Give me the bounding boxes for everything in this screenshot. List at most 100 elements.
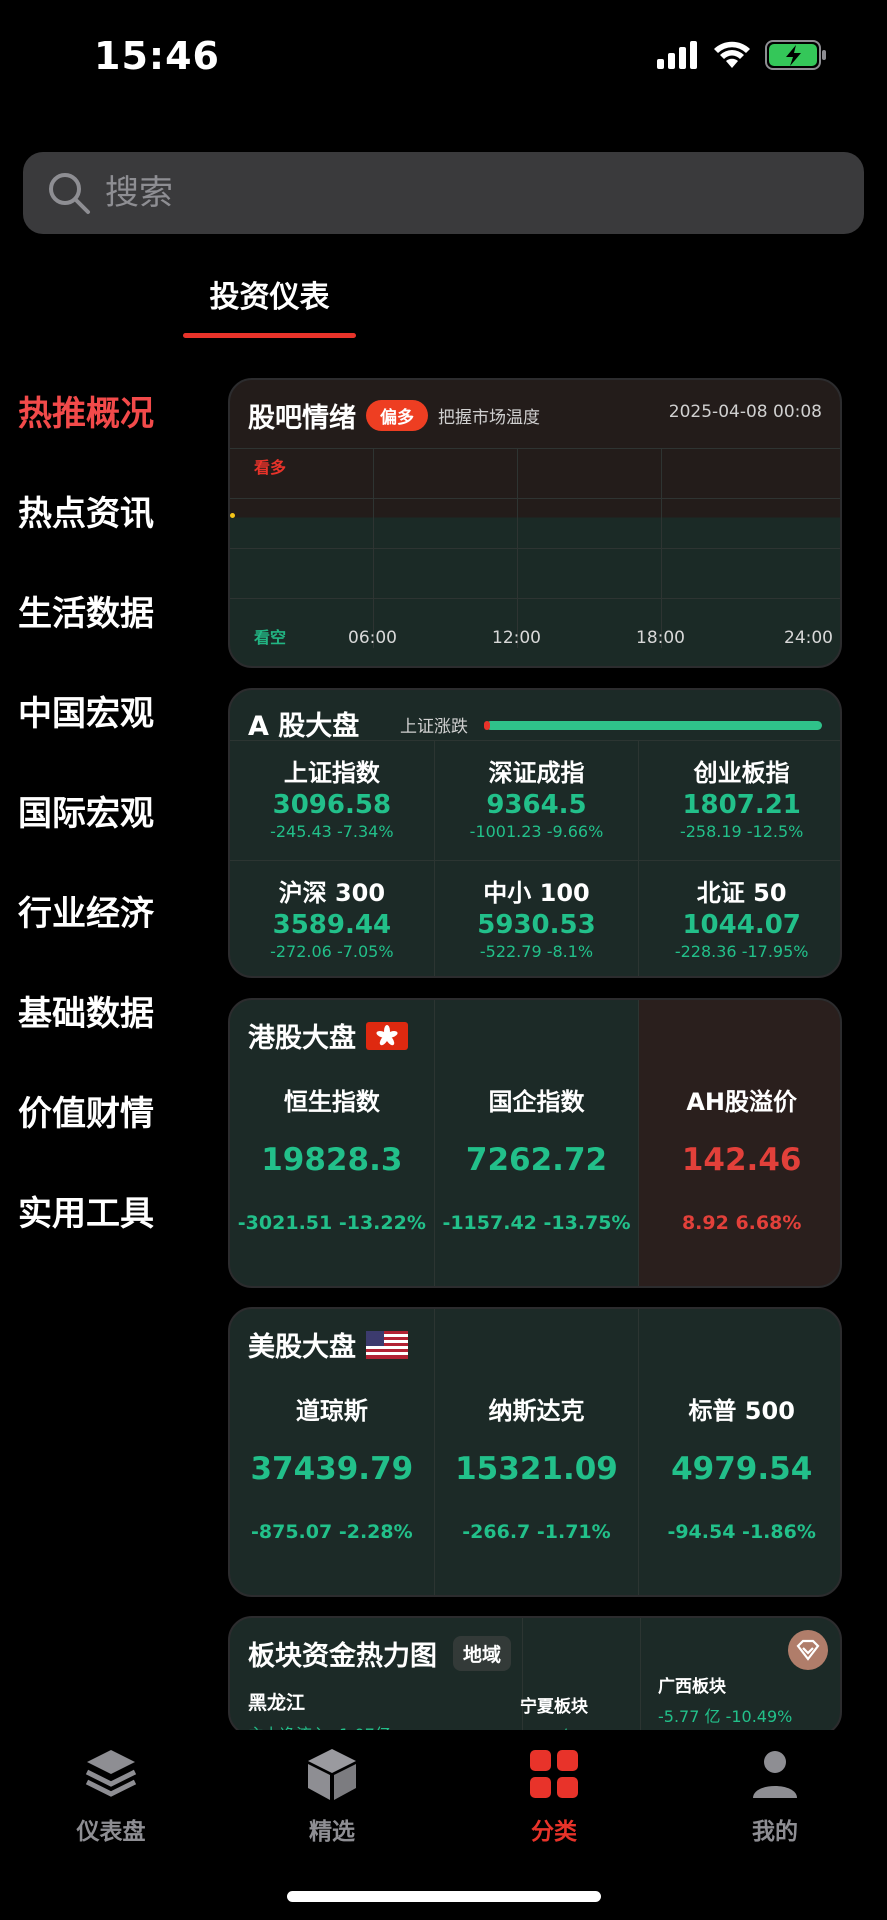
nav-label: 仪表盘 bbox=[76, 1819, 146, 1845]
us-market-card[interactable]: 道琼斯 37439.79 -875.07 -2.28% 纳斯达克 15321.0… bbox=[228, 1307, 842, 1597]
index-name: 上证指数 bbox=[283, 759, 380, 787]
index-cell-nasdaq[interactable]: 纳斯达克 15321.09 -266.7 -1.71% bbox=[435, 1309, 640, 1595]
wifi-icon bbox=[714, 41, 750, 68]
search-icon bbox=[49, 173, 90, 214]
a-share-card[interactable]: A 股大盘 上证涨跌 上证指数 3096.58 -245.43 -7.34% 深… bbox=[228, 688, 842, 978]
index-cell-chinext[interactable]: 创业板指 1807.21 -258.19 -12.5% bbox=[639, 740, 840, 860]
index-change: -875.07 -2.28% bbox=[251, 1521, 413, 1543]
nav-item-profile[interactable]: 我的 bbox=[705, 1746, 845, 1846]
index-change: -228.36 -17.95% bbox=[674, 942, 809, 961]
rise-bar-segment bbox=[484, 721, 490, 730]
heatmap-item-value: -5.77 亿 -10.49% bbox=[658, 1707, 793, 1726]
status-bar: 15:46 bbox=[0, 0, 887, 110]
index-name: 道琼斯 bbox=[295, 1397, 368, 1425]
layers-icon bbox=[85, 1750, 137, 1797]
x-tick: 24:00 bbox=[784, 628, 833, 648]
sidebar-item-tools[interactable]: 实用工具 bbox=[0, 1160, 210, 1260]
index-cell-shenzhen[interactable]: 深证成指 9364.5 -1001.23 -9.66% bbox=[434, 740, 640, 860]
index-value: 3589.44 bbox=[272, 910, 392, 940]
index-change: -258.19 -12.5% bbox=[679, 822, 804, 841]
x-tick: 12:00 bbox=[492, 628, 541, 648]
sidebar-item-intl-macro[interactable]: 国际宏观 bbox=[0, 760, 210, 860]
index-cell-sme100[interactable]: 中小 100 5930.53 -522.79 -8.1% bbox=[434, 860, 640, 976]
nav-label: 精选 bbox=[309, 1819, 355, 1845]
index-name: 纳斯达克 bbox=[488, 1397, 585, 1425]
signal-icon bbox=[657, 41, 697, 69]
tab-investment-dashboard[interactable]: 投资仪表 bbox=[183, 272, 356, 316]
battery-charging-icon bbox=[765, 40, 826, 70]
index-value: 19828.3 bbox=[261, 1142, 403, 1178]
us-header: 美股大盘 bbox=[248, 1325, 408, 1364]
sentiment-date: 2025-04-08 00:08 bbox=[668, 402, 822, 422]
index-change: -245.43 -7.34% bbox=[270, 822, 394, 841]
heatmap-region-tag[interactable]: 地域 bbox=[453, 1636, 512, 1671]
hk-market-card[interactable]: 恒生指数 19828.3 -3021.51 -13.22% 国企指数 7262.… bbox=[228, 998, 842, 1288]
bull-label: 看多 bbox=[254, 458, 287, 477]
vip-diamond-icon[interactable] bbox=[788, 1630, 828, 1670]
heatmap-item[interactable]: 广西板块 -5.77 亿 -10.49% bbox=[658, 1672, 792, 1727]
heatmap-item[interactable]: 黑龙江 主力净流入:-1.07亿 bbox=[248, 1688, 391, 1734]
grid-line bbox=[230, 598, 840, 599]
index-value: 37439.79 bbox=[250, 1451, 414, 1487]
tab-underline bbox=[183, 333, 356, 338]
index-name: 北证 50 bbox=[696, 879, 787, 907]
index-change: -522.79 -8.1% bbox=[479, 942, 594, 961]
grid-icon bbox=[530, 1750, 578, 1798]
index-value: 142.46 bbox=[681, 1142, 802, 1178]
nav-item-featured[interactable]: 精选 bbox=[262, 1746, 402, 1846]
nav-label: 分类 bbox=[531, 1819, 577, 1845]
nav-item-dashboard[interactable]: 仪表盘 bbox=[41, 1746, 181, 1846]
status-icons bbox=[657, 40, 827, 70]
status-time: 15:46 bbox=[94, 34, 220, 78]
sentiment-header: 股吧情绪 偏多 把握市场温度 bbox=[248, 396, 540, 435]
a-share-bar-label: 上证涨跌 bbox=[400, 717, 468, 737]
search-bar[interactable] bbox=[23, 152, 864, 234]
index-change: 8.92 6.68% bbox=[681, 1212, 802, 1234]
search-input[interactable] bbox=[105, 173, 805, 213]
index-name: 深证成指 bbox=[488, 759, 585, 787]
heatmap-item-name: 宁夏板块 bbox=[520, 1697, 588, 1717]
heatmap-header: 板块资金热力图 地域 bbox=[248, 1634, 512, 1673]
index-cell-hscei[interactable]: 国企指数 7262.72 -1157.42 -13.75% bbox=[435, 1000, 640, 1286]
index-change: -1157.42 -13.75% bbox=[442, 1212, 631, 1234]
divider bbox=[640, 1618, 641, 1734]
index-change: -272.06 -7.05% bbox=[270, 942, 394, 961]
x-tick: 06:00 bbox=[348, 628, 397, 648]
sidebar-item-basic-data[interactable]: 基础数据 bbox=[0, 960, 210, 1060]
nav-item-category[interactable]: 分类 bbox=[484, 1746, 624, 1846]
index-cell-csi300[interactable]: 沪深 300 3589.44 -272.06 -7.05% bbox=[230, 860, 435, 976]
index-cell-ah-premium[interactable]: AH股溢价 142.46 8.92 6.68% bbox=[639, 1000, 840, 1286]
index-cell-sp500[interactable]: 标普 500 4979.54 -94.54 -1.86% bbox=[639, 1309, 840, 1595]
sidebar-item-value-finance[interactable]: 价值财情 bbox=[0, 1060, 210, 1160]
sentiment-subtitle: 把握市场温度 bbox=[438, 408, 540, 428]
a-share-title: A 股大盘 bbox=[248, 711, 360, 742]
sidebar-item-life-data[interactable]: 生活数据 bbox=[0, 560, 210, 660]
index-cell-shanghai[interactable]: 上证指数 3096.58 -245.43 -7.34% bbox=[230, 740, 435, 860]
a-share-grid: 上证指数 3096.58 -245.43 -7.34% 深证成指 9364.5 … bbox=[230, 740, 840, 976]
index-change: -1001.23 -9.66% bbox=[469, 822, 604, 841]
sentiment-data-point bbox=[230, 513, 235, 518]
sentiment-card[interactable]: 股吧情绪 偏多 把握市场温度 2025-04-08 00:08 看多 看空 06… bbox=[228, 378, 842, 668]
sidebar-item-hot-news[interactable]: 热点资讯 bbox=[0, 460, 210, 560]
hk-flag-icon bbox=[366, 1021, 408, 1050]
us-title: 美股大盘 bbox=[248, 1332, 356, 1363]
sidebar-item-hot-overview[interactable]: 热推概况 bbox=[0, 360, 210, 460]
grid-line bbox=[230, 448, 840, 449]
us-flag-icon bbox=[366, 1330, 408, 1359]
index-cell-bse50[interactable]: 北证 50 1044.07 -228.36 -17.95% bbox=[639, 860, 840, 976]
nav-label: 我的 bbox=[752, 1819, 798, 1845]
hk-header: 港股大盘 bbox=[248, 1016, 408, 1055]
x-tick: 18:00 bbox=[636, 628, 685, 648]
bear-label: 看空 bbox=[254, 628, 287, 647]
index-change: -94.54 -1.86% bbox=[667, 1521, 816, 1543]
sidebar-item-industry[interactable]: 行业经济 bbox=[0, 860, 210, 960]
grid-line bbox=[517, 448, 518, 648]
heatmap-title: 板块资金热力图 bbox=[248, 1641, 437, 1672]
index-name: 恒生指数 bbox=[283, 1088, 380, 1116]
sidebar-item-china-macro[interactable]: 中国宏观 bbox=[0, 660, 210, 760]
index-name: 沪深 300 bbox=[278, 879, 386, 907]
grid-line bbox=[230, 548, 840, 549]
index-value: 15321.09 bbox=[455, 1451, 618, 1487]
index-value: 1044.07 bbox=[682, 910, 801, 940]
sector-heatmap-card[interactable]: 板块资金热力图 地域 黑龙江 主力净流入:-1.07亿 宁夏板块 -3.52亿 … bbox=[228, 1616, 842, 1736]
